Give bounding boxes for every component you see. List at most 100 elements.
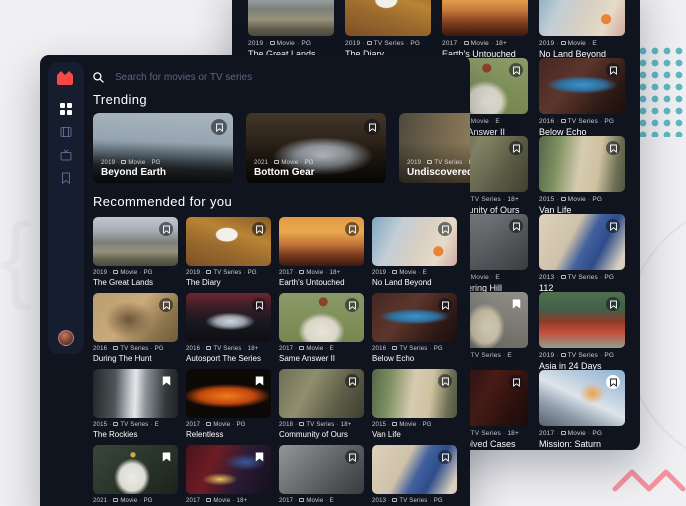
card-year: 2019 [539,40,554,47]
card-title: Relentless [186,430,271,439]
meta-separator: · [325,498,327,504]
card-category: Movie [120,498,137,504]
meta-separator: · [556,430,558,437]
card-rating: E [495,274,500,281]
media-card[interactable]: 2018·TV Series·18+Community of Ours [279,369,364,439]
media-card[interactable]: 2019·TV Series·PGAsia in 24 Days [539,292,625,371]
meta-separator: · [295,270,297,276]
bookmark-button[interactable] [509,219,523,233]
bookmark-button[interactable] [438,450,452,464]
card-title: The Great Lands [93,278,178,287]
bookmark-icon[interactable] [60,171,72,183]
media-card[interactable]: 2016·TV Series·PGBelow Echo [539,58,625,137]
media-card[interactable]: 2017·Movie·ESame Answer II [279,293,364,363]
avatar[interactable] [58,330,74,346]
card-meta: 2017·Movie·PG [539,430,625,437]
bookmark-button[interactable] [159,222,173,236]
media-card[interactable]: 2017·Movie·PGRelentless [186,369,271,439]
grid-icon[interactable] [60,102,72,114]
meta-separator: · [139,498,141,504]
media-card[interactable]: 2019·Movie·PGThe Great Lands [93,217,178,287]
film-icon[interactable] [60,125,72,137]
media-card[interactable]: 2017·Movie·18+Earth's Untouched [442,0,528,59]
card-category: Movie [471,40,489,47]
meta-separator: · [117,160,119,166]
bookmark-button[interactable] [438,222,452,236]
bookmark-button[interactable] [509,63,523,77]
media-card[interactable]: 2019·TV Series·PGThe Diary [186,217,271,287]
bookmark-button[interactable] [606,219,620,233]
bookmark-button[interactable] [438,298,452,312]
bookmark-button[interactable] [364,119,380,135]
meta-separator: · [418,422,420,428]
bookmark-button[interactable] [438,374,452,388]
bookmark-button[interactable] [345,374,359,388]
card-year: 2013 [372,498,386,504]
meta-separator: · [423,160,425,166]
card-category: TV Series [434,160,462,166]
app-logo-icon[interactable] [56,70,76,86]
bookmark-button[interactable] [509,375,523,389]
media-card[interactable]: 2017·Movie·E [279,445,364,504]
meta-separator: · [600,274,602,281]
media-card[interactable]: 2015·Movie·PGVan Life [539,136,625,215]
media-card[interactable]: 2016·TV Series·PGBelow Echo [372,293,457,363]
media-card[interactable]: 2015·Movie·PGVan Life [372,369,457,439]
bookmark-button[interactable] [345,298,359,312]
bookmark-button[interactable] [159,450,173,464]
card-year: 2019 [101,160,115,166]
card-rating: PG [592,430,602,437]
search-input[interactable] [113,71,377,84]
trending-card[interactable]: 2019·Movie·PGBeyond Earth [93,113,233,183]
bookmark-button[interactable] [606,141,620,155]
film-icon [561,431,566,435]
tv-icon[interactable] [60,148,72,160]
trending-card[interactable]: 2021·Movie·PGBottom Gear [246,113,386,183]
meta-separator: · [297,40,299,47]
card-rating: 18+ [237,498,248,504]
bookmark-button[interactable] [345,450,359,464]
media-card[interactable]: 2016·TV Series·18+Autosport The Series [186,293,271,363]
bookmark-button[interactable] [159,374,173,388]
bookmark-button[interactable] [606,375,620,389]
card-rating: E [330,498,334,504]
media-card[interactable]: 2019·Movie·ENo Land Beyond [372,217,457,287]
film-icon [113,498,118,502]
bookmark-button[interactable] [345,222,359,236]
media-card[interactable]: 2017·Movie·18+ [186,445,271,504]
media-card[interactable]: 2013·TV Series·PG112 [539,214,625,293]
media-card[interactable]: 2015·TV Series·EThe Rockies [93,369,178,439]
trending-card[interactable]: 2019·TV Series·EUndiscovered Cities [399,113,470,183]
card-thumbnail [539,136,625,192]
bookmark-button[interactable] [211,119,227,135]
card-thumbnail [93,445,178,494]
card-rating: PG [144,498,153,504]
bookmark-button[interactable] [159,298,173,312]
card-category: TV Series [471,196,501,203]
bookmark-button[interactable] [606,63,620,77]
card-rating: PG [434,346,443,352]
card-year: 2015 [372,422,386,428]
media-card[interactable]: 2017·Movie·18+Earth's Untouched [279,217,364,287]
bookmark-button[interactable] [252,374,266,388]
bookmark-button[interactable] [509,297,523,311]
media-card[interactable]: 2019·Movie·PGThe Great Lands [248,0,334,59]
film-icon [274,160,279,164]
media-card[interactable]: 2016·TV Series·PGDuring The Hunt [93,293,178,363]
card-category: Movie [306,498,323,504]
media-card[interactable]: 2019·Movie·ENo Land Beyond [539,0,625,59]
card-year: 2018 [279,422,293,428]
bookmark-button[interactable] [606,297,620,311]
bookmark-button[interactable] [252,298,266,312]
card-year: 2017 [279,498,293,504]
media-card[interactable]: 2013·TV Series·PG [372,445,457,504]
card-meta: 2019·TV Series·PG [345,40,431,47]
media-card[interactable]: 2019·TV Series·PGThe Diary [345,0,431,59]
bookmark-button[interactable] [509,141,523,155]
media-card[interactable]: 2017·Movie·PGMission: Saturn [539,370,625,449]
bookmark-button[interactable] [252,450,266,464]
bookmark-button[interactable] [252,222,266,236]
card-rating: PG [604,352,614,359]
meta-separator: · [503,196,505,203]
media-card[interactable]: 2021·Movie·PG [93,445,178,504]
